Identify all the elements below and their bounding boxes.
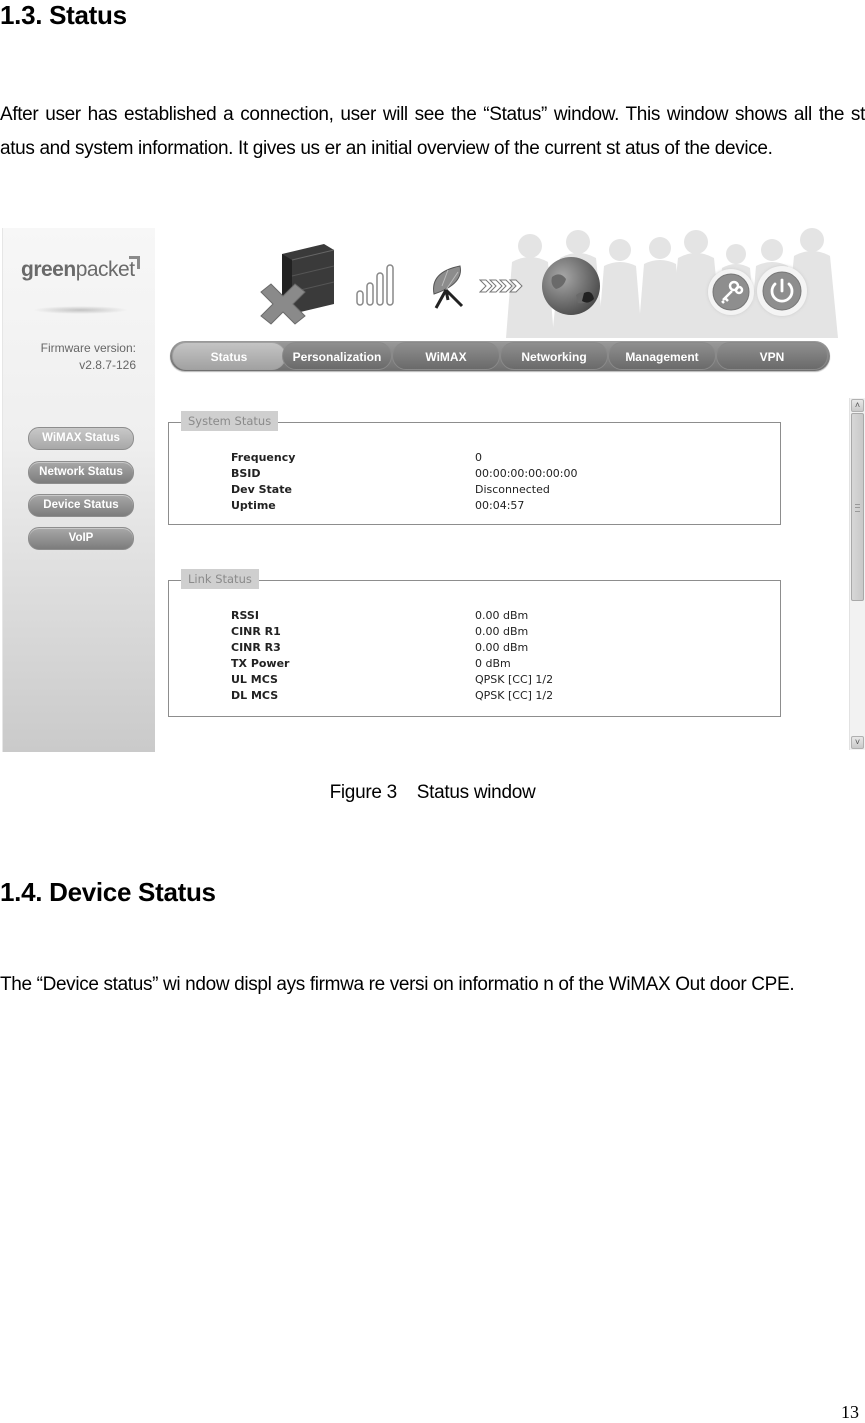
field-label: UL MCS: [231, 673, 278, 686]
device-status-button[interactable]: Device Status: [28, 494, 134, 517]
scroll-down-button[interactable]: ˅: [851, 736, 864, 749]
field-label: RSSI: [231, 609, 259, 622]
field-label: Frequency: [231, 451, 296, 464]
field-label: CINR R1: [231, 625, 281, 638]
satellite-dish-icon: [433, 265, 464, 309]
tab-wimax[interactable]: WiMAX: [392, 342, 500, 370]
page-number: 13: [841, 1402, 859, 1422]
status-row: Uptime 00:04:57: [231, 499, 524, 512]
field-label: CINR R3: [231, 641, 281, 654]
status-row: CINR R1 0.00 dBm: [231, 625, 528, 638]
wimax-status-button[interactable]: WiMAX Status: [28, 427, 134, 450]
field-label: Uptime: [231, 499, 276, 512]
arrows-icon: [479, 279, 523, 293]
key-button[interactable]: [708, 269, 754, 315]
figure-caption: Figure 3 Status window: [329, 782, 536, 803]
grip-icon: [855, 504, 860, 512]
firmware-label: Firmware version:: [40, 341, 136, 355]
vertical-scrollbar[interactable]: ˄ ˅: [849, 398, 865, 750]
field-value: QPSK [CC] 1/2: [475, 689, 554, 702]
field-value: 00:04:57: [475, 499, 525, 512]
firmware-version: v2.8.7-126: [79, 358, 136, 372]
tab-personalization[interactable]: Personalization: [282, 342, 392, 370]
network-status-button[interactable]: Network Status: [28, 461, 134, 484]
field-value: QPSK [CC] 1/2: [475, 673, 554, 686]
status-row: DL MCS QPSK [CC] 1/2: [231, 689, 553, 702]
device-status-paragraph: The “Device status” wi ndow displ ays fi…: [0, 974, 795, 995]
power-button[interactable]: [757, 266, 807, 316]
field-value: Disconnected: [475, 483, 550, 496]
field-value: 0.00 dBm: [475, 641, 529, 654]
logo-mark-icon: [129, 256, 140, 269]
tab-status[interactable]: Status: [172, 342, 286, 370]
status-row: RSSI 0.00 dBm: [231, 609, 528, 622]
section-heading-status: 1.3. Status: [0, 0, 127, 30]
logo-text-bold: green: [21, 258, 76, 281]
status-row: UL MCS QPSK [CC] 1/2: [231, 673, 553, 686]
field-value: 00:00:00:00:00:00: [475, 467, 578, 480]
status-row: TX Power 0 dBm: [231, 657, 511, 670]
field-label: TX Power: [231, 657, 290, 670]
status-row: Frequency 0: [231, 451, 482, 464]
logo-text-light: packet: [75, 258, 135, 281]
sidebar: greenpacket Firmware version: v2.8.7-126…: [2, 228, 155, 752]
section-heading-device-status: 1.4. Device Status: [0, 877, 216, 907]
power-icon: [762, 271, 802, 311]
voip-button[interactable]: VoIP: [28, 527, 134, 550]
status-row: Dev State Disconnected: [231, 483, 550, 496]
field-value: 0.00 dBm: [475, 625, 529, 638]
tab-networking[interactable]: Networking: [500, 342, 608, 370]
field-label: Dev State: [231, 483, 292, 496]
system-status-panel: System Status Frequency 0 BSID 00:00:00:00…: [168, 411, 781, 525]
link-status-legend: Link Status: [181, 569, 259, 589]
status-row: CINR R3 0.00 dBm: [231, 641, 528, 654]
globe-icon: [542, 257, 600, 315]
status-row: BSID 00:00:00:00:00:00: [231, 467, 578, 480]
link-status-panel: Link Status RSSI 0.00 dBm CINR R1 0.00 dBm…: [168, 569, 781, 717]
status-window-screenshot: greenpacket Firmware version: v2.8.7-126…: [0, 228, 865, 752]
signal-bars-icon: [356, 264, 394, 306]
field-value: 0: [475, 451, 482, 464]
status-paragraph: After user has established a connection,…: [0, 104, 865, 159]
key-icon: [712, 273, 750, 311]
field-label: DL MCS: [231, 689, 279, 702]
system-status-legend: System Status: [181, 411, 279, 431]
device-disconnected-icon: [260, 244, 335, 325]
field-value: 0.00 dBm: [475, 609, 529, 622]
scroll-up-button[interactable]: ˄: [851, 399, 864, 412]
main-nav: Status Personalization WiMAX Networking …: [170, 341, 830, 371]
logo-shadow: [33, 306, 128, 314]
field-label: BSID: [231, 467, 261, 480]
greenpacket-logo: greenpacket: [21, 258, 135, 282]
tab-vpn[interactable]: VPN: [716, 342, 828, 370]
tab-management[interactable]: Management: [608, 342, 716, 370]
field-value: 0 dBm: [475, 657, 511, 670]
scroll-thumb[interactable]: [851, 413, 864, 601]
